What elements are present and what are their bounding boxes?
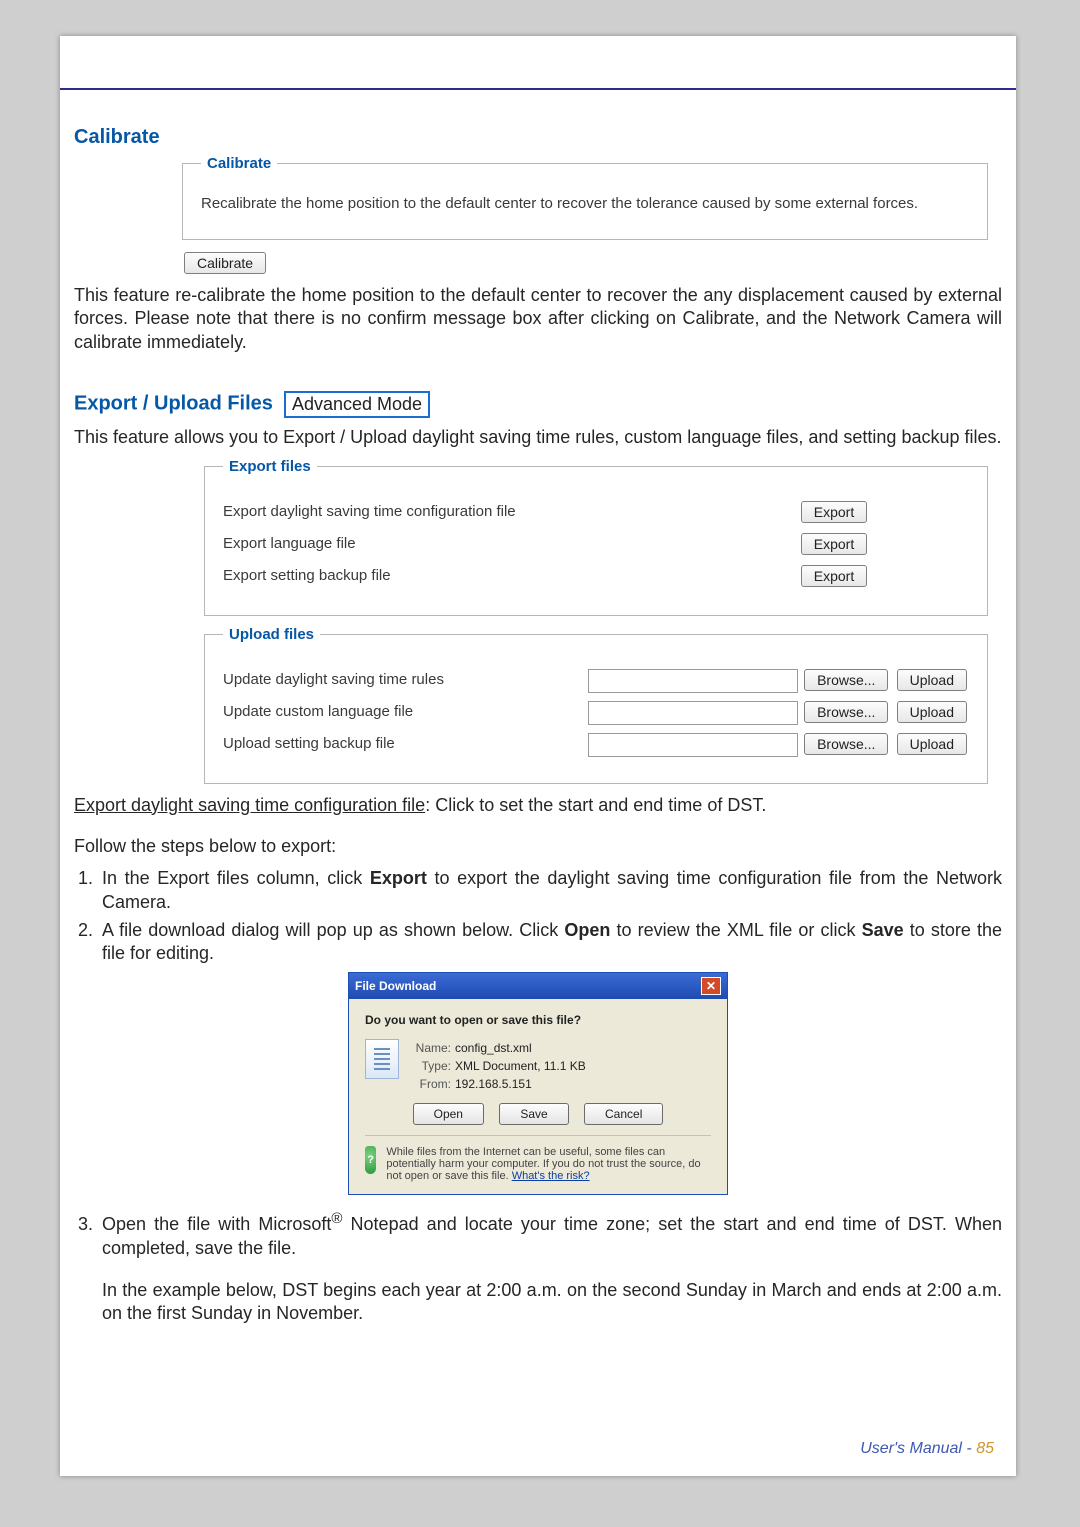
- upload-row-dst: Update daylight saving time rules Browse…: [223, 667, 969, 693]
- meta-from-value: 192.168.5.151: [455, 1077, 532, 1091]
- dialog-warning: ? While files from the Internet can be u…: [365, 1135, 711, 1182]
- upload-button-dst[interactable]: Upload: [897, 669, 967, 691]
- meta-type-value: XML Document, 11.1 KB: [455, 1059, 586, 1073]
- dialog-question: Do you want to open or save this file?: [365, 1013, 711, 1027]
- manual-page: VIVOTEK Calibrate Calibrate Recalibrate …: [60, 36, 1016, 1476]
- export-upload-panels: Export files Export daylight saving time…: [204, 458, 988, 784]
- header-separator: [60, 88, 1016, 90]
- save-button[interactable]: Save: [499, 1103, 568, 1125]
- browse-button-backup[interactable]: Browse...: [804, 733, 888, 755]
- cancel-button[interactable]: Cancel: [584, 1103, 663, 1125]
- meta-name-value: config_dst.xml: [455, 1041, 532, 1055]
- browse-button-dst[interactable]: Browse...: [804, 669, 888, 691]
- upload-row-backup: Upload setting backup file Browse... Upl…: [223, 731, 969, 757]
- file-download-dialog: File Download ✕ Do you want to open or s…: [348, 972, 728, 1195]
- calibrate-button[interactable]: Calibrate: [184, 252, 266, 274]
- export-button-language[interactable]: Export: [801, 533, 867, 555]
- upload-button-backup[interactable]: Upload: [897, 733, 967, 755]
- close-icon[interactable]: ✕: [701, 977, 721, 995]
- step-1: In the Export files column, click Export…: [98, 867, 1002, 915]
- upload-label-backup: Upload setting backup file: [223, 735, 395, 752]
- upload-path-backup[interactable]: [588, 733, 798, 757]
- export-label-language: Export language file: [223, 535, 356, 552]
- whats-the-risk-link[interactable]: What's the risk?: [512, 1170, 590, 1182]
- step-3-example: In the example below, DST begins each ye…: [102, 1279, 1002, 1327]
- meta-name-label: Name:: [411, 1039, 451, 1057]
- export-row-backup: Export setting backup file Export: [223, 563, 969, 589]
- export-upload-intro: This feature allows you to Export / Uplo…: [74, 426, 1002, 450]
- advanced-mode-badge: Advanced Mode: [284, 391, 430, 418]
- calibrate-panel: Calibrate Recalibrate the home position …: [182, 155, 988, 276]
- upload-path-language[interactable]: [588, 701, 798, 725]
- follow-steps-label: Follow the steps below to export:: [74, 835, 1002, 859]
- footer-label: User's Manual -: [860, 1440, 972, 1457]
- calibrate-paragraph: This feature re-calibrate the home posit…: [74, 284, 1002, 355]
- brand-label: VIVOTEK: [899, 60, 994, 83]
- calibrate-desc: Recalibrate the home position to the def…: [201, 190, 969, 219]
- step-2: A file download dialog will pop up as sh…: [98, 919, 1002, 967]
- upload-label-language: Update custom language file: [223, 703, 413, 720]
- dialog-title: File Download: [355, 979, 436, 993]
- export-steps-list: In the Export files column, click Export…: [74, 867, 1002, 966]
- upload-path-dst[interactable]: [588, 669, 798, 693]
- dialog-meta: Name: config_dst.xml Type: XML Document, 1…: [365, 1039, 711, 1093]
- term-export-dst-tail: : Click to set the start and end time of…: [425, 795, 766, 815]
- dialog-button-row: Open Save Cancel: [365, 1107, 711, 1121]
- export-button-backup[interactable]: Export: [801, 565, 867, 587]
- upload-files-legend: Upload files: [223, 626, 320, 643]
- section-heading-calibrate: Calibrate: [74, 126, 1002, 149]
- open-button[interactable]: Open: [413, 1103, 484, 1125]
- file-icon: [365, 1039, 399, 1079]
- upload-label-dst: Update daylight saving time rules: [223, 671, 444, 688]
- dialog-body: Do you want to open or save this file? N…: [349, 999, 727, 1194]
- upload-row-language: Update custom language file Browse... Up…: [223, 699, 969, 725]
- section-heading-export-upload: Export / Upload Files Advanced Mode: [74, 391, 1002, 418]
- upload-files-fieldset: Upload files Update daylight saving time…: [204, 626, 988, 784]
- meta-type-label: Type:: [411, 1057, 451, 1075]
- export-label-dst: Export daylight saving time configuratio…: [223, 503, 516, 520]
- term-export-dst: Export daylight saving time configuratio…: [74, 795, 425, 815]
- export-button-dst[interactable]: Export: [801, 501, 867, 523]
- step-3: Open the file with Microsoft® Notepad an…: [98, 1209, 1002, 1326]
- calibrate-fieldset: Calibrate Recalibrate the home position …: [182, 155, 988, 240]
- shield-icon: ?: [365, 1146, 376, 1174]
- export-files-legend: Export files: [223, 458, 317, 475]
- browse-button-language[interactable]: Browse...: [804, 701, 888, 723]
- export-upload-title: Export / Upload Files: [74, 392, 273, 414]
- export-row-language: Export language file Export: [223, 531, 969, 557]
- calibrate-legend: Calibrate: [201, 155, 277, 172]
- dialog-titlebar: File Download ✕: [349, 973, 727, 999]
- footer-page-number: 85: [976, 1440, 994, 1457]
- export-steps-list-2: Open the file with Microsoft® Notepad an…: [74, 1209, 1002, 1326]
- export-dst-term-line: Export daylight saving time configuratio…: [74, 794, 1002, 818]
- export-label-backup: Export setting backup file: [223, 567, 391, 584]
- export-row-dst: Export daylight saving time configuratio…: [223, 499, 969, 525]
- export-files-fieldset: Export files Export daylight saving time…: [204, 458, 988, 616]
- page-content: Calibrate Calibrate Recalibrate the home…: [74, 126, 1002, 1416]
- page-footer: User's Manual - 85: [860, 1440, 994, 1458]
- upload-button-language[interactable]: Upload: [897, 701, 967, 723]
- meta-from-label: From:: [411, 1075, 451, 1093]
